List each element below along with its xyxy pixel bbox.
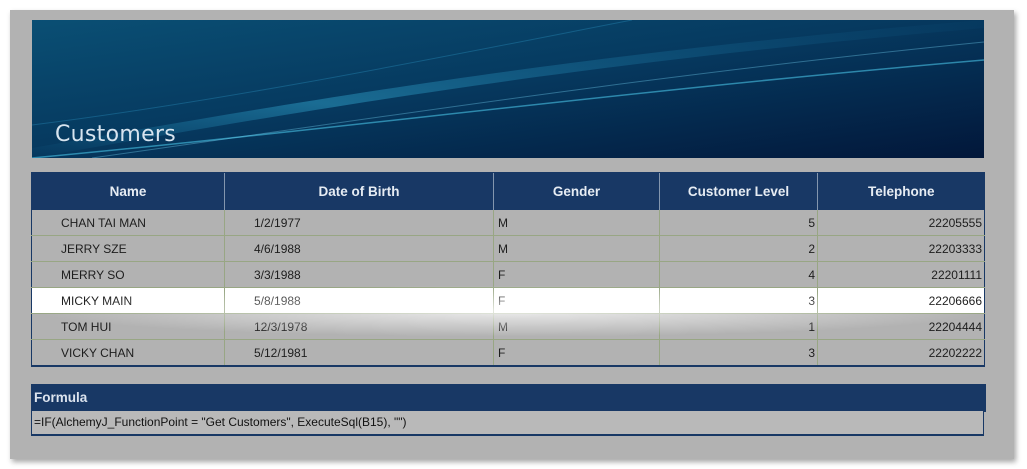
column-header-name[interactable]: Name bbox=[31, 172, 225, 210]
table-row: JERRY SZE 4/6/1988 M 2 22203333 bbox=[31, 235, 985, 262]
cell-name[interactable]: JERRY SZE bbox=[31, 235, 225, 262]
customers-banner: Customers bbox=[32, 20, 984, 158]
cell-customer-level[interactable]: 2 bbox=[659, 235, 818, 262]
cell-date-of-birth[interactable]: 4/6/1988 bbox=[224, 235, 494, 262]
cell-date-of-birth[interactable]: 5/12/1981 bbox=[224, 339, 494, 367]
cell-name[interactable]: MICKY MAIN bbox=[31, 287, 225, 314]
cell-telephone[interactable]: 22203333 bbox=[817, 235, 985, 262]
cell-date-of-birth[interactable]: 12/3/1978 bbox=[224, 313, 494, 340]
cell-name[interactable]: CHAN TAI MAN bbox=[31, 210, 225, 236]
cell-telephone[interactable]: 22204444 bbox=[817, 313, 985, 340]
cell-gender[interactable]: F bbox=[493, 261, 660, 288]
cell-gender[interactable]: M bbox=[493, 210, 660, 236]
cell-telephone[interactable]: 22202222 bbox=[817, 339, 985, 367]
table-row: CHAN TAI MAN 1/2/1977 M 5 22205555 bbox=[31, 210, 985, 236]
cell-telephone[interactable]: 22201111 bbox=[817, 261, 985, 288]
cell-name[interactable]: TOM HUI bbox=[31, 313, 225, 340]
column-header-telephone[interactable]: Telephone bbox=[817, 172, 985, 210]
formula-cell[interactable]: =IF(AlchemyJ_FunctionPoint = "Get Custom… bbox=[31, 411, 984, 436]
column-header-gender[interactable]: Gender bbox=[493, 172, 660, 210]
column-header-date-of-birth[interactable]: Date of Birth bbox=[224, 172, 494, 210]
column-header-customer-level[interactable]: Customer Level bbox=[659, 172, 818, 210]
cell-customer-level[interactable]: 5 bbox=[659, 210, 818, 236]
cell-name[interactable]: MERRY SO bbox=[31, 261, 225, 288]
cell-customer-level[interactable]: 4 bbox=[659, 261, 818, 288]
cell-gender[interactable]: M bbox=[493, 313, 660, 340]
cell-customer-level[interactable]: 3 bbox=[659, 339, 818, 367]
cell-telephone[interactable]: 22205555 bbox=[817, 210, 985, 236]
cell-customer-level[interactable]: 3 bbox=[659, 287, 818, 314]
table-row: TOM HUI 12/3/1978 M 1 22204444 bbox=[31, 313, 985, 340]
customers-table: Name Date of Birth Gender Customer Level… bbox=[31, 172, 985, 367]
table-row-highlighted: MICKY MAIN 5/8/1988 F 3 22206666 bbox=[31, 287, 985, 314]
cell-name[interactable]: VICKY CHAN bbox=[31, 339, 225, 367]
cell-date-of-birth[interactable]: 1/2/1977 bbox=[224, 210, 494, 236]
page-title: Customers bbox=[55, 122, 177, 147]
formula-label: Formula bbox=[31, 384, 986, 412]
cell-gender[interactable]: F bbox=[493, 287, 660, 314]
cell-telephone[interactable]: 22206666 bbox=[817, 287, 985, 314]
cell-date-of-birth[interactable]: 5/8/1988 bbox=[224, 287, 494, 314]
cell-gender[interactable]: M bbox=[493, 235, 660, 262]
table-row: VICKY CHAN 5/12/1981 F 3 22202222 bbox=[31, 339, 985, 367]
cell-customer-level[interactable]: 1 bbox=[659, 313, 818, 340]
table-header-row: Name Date of Birth Gender Customer Level… bbox=[31, 172, 985, 210]
cell-date-of-birth[interactable]: 3/3/1988 bbox=[224, 261, 494, 288]
cell-gender[interactable]: F bbox=[493, 339, 660, 367]
table-row: MERRY SO 3/3/1988 F 4 22201111 bbox=[31, 261, 985, 288]
